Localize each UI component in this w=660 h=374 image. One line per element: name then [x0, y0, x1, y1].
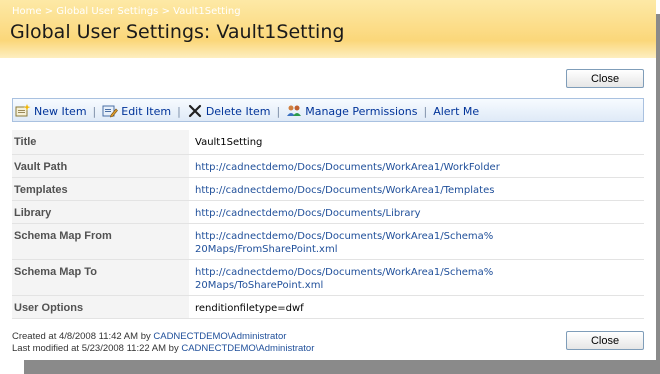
schema-map-to-link[interactable]: http://cadnectdemo/Docs/Documents/WorkAr…: [189, 259, 644, 296]
created-line: Created at 4/8/2008 11:42 AM by CADNECTD…: [12, 331, 314, 343]
page-title: Global User Settings: Vault1Setting: [10, 21, 345, 43]
property-label: Library: [12, 200, 189, 224]
table-row: Vault Path http://cadnectdemo/Docs/Docum…: [12, 154, 644, 178]
manage-permissions-icon: [287, 105, 302, 116]
created-text: Created at 4/8/2008 11:42 AM by: [12, 331, 151, 342]
table-row: Templates http://cadnectdemo/Docs/Docume…: [12, 177, 644, 201]
breadcrumb-separator: >: [161, 6, 170, 17]
property-label: Schema Map To: [12, 259, 189, 296]
toolbar-separator: |: [177, 104, 181, 118]
window-shadow-right: [656, 14, 660, 372]
manage-permissions-button[interactable]: Manage Permissions: [286, 104, 417, 118]
edit-item-button[interactable]: Edit Item: [102, 104, 171, 118]
schema-map-to-line1: http://cadnectdemo/Docs/Documents/WorkAr…: [195, 266, 494, 278]
modified-by-link[interactable]: CADNECTDEMO\Administrator: [181, 343, 314, 354]
property-label: Templates: [12, 177, 189, 201]
item-toolbar: New Item | Edit Item | Delete Item | Man…: [12, 98, 644, 122]
breadcrumb-home-link[interactable]: Home: [12, 6, 42, 17]
library-link[interactable]: http://cadnectdemo/Docs/Documents/Librar…: [189, 200, 644, 224]
created-by-link[interactable]: CADNECTDEMO\Administrator: [153, 331, 286, 342]
breadcrumb: Home > Global User Settings > Vault1Sett…: [12, 6, 241, 17]
table-row: Schema Map To http://cadnectdemo/Docs/Do…: [12, 259, 644, 296]
table-row: Schema Map From http://cadnectdemo/Docs/…: [12, 223, 644, 260]
manage-permissions-label: Manage Permissions: [305, 104, 418, 118]
page-header: Home > Global User Settings > Vault1Sett…: [0, 0, 656, 58]
close-button-top[interactable]: Close: [566, 69, 644, 88]
breadcrumb-current: Vault1Setting: [173, 6, 241, 17]
schema-map-from-line2: 20Maps/FromSharePoint.xml: [195, 243, 338, 255]
property-label: Schema Map From: [12, 223, 189, 260]
modified-text: Last modified at 5/23/2008 11:22 AM by: [12, 343, 179, 354]
breadcrumb-settings-link[interactable]: Global User Settings: [56, 6, 158, 17]
schema-map-from-link[interactable]: http://cadnectdemo/Docs/Documents/WorkAr…: [189, 223, 644, 260]
vault-path-link[interactable]: http://cadnectdemo/Docs/Documents/WorkAr…: [189, 154, 644, 178]
templates-link[interactable]: http://cadnectdemo/Docs/Documents/WorkAr…: [189, 177, 644, 201]
schema-map-from-line1: http://cadnectdemo/Docs/Documents/WorkAr…: [195, 230, 494, 242]
header-divider: [0, 58, 656, 59]
toolbar-separator: |: [423, 104, 428, 118]
item-metadata-footer: Created at 4/8/2008 11:42 AM by CADNECTD…: [12, 331, 314, 355]
delete-item-icon: [188, 104, 201, 118]
property-label: User Options: [12, 295, 189, 319]
table-row: Title Vault1Setting: [12, 130, 644, 155]
property-value: Vault1Setting: [189, 130, 644, 155]
edit-item-label: Edit Item: [121, 104, 172, 118]
close-button-bottom[interactable]: Close: [566, 331, 644, 350]
property-label: Vault Path: [12, 154, 189, 178]
property-label: Title: [12, 130, 189, 155]
delete-item-label: Delete Item: [205, 104, 271, 118]
dialog-frame: Home > Global User Settings > Vault1Sett…: [0, 0, 656, 360]
table-row: Library http://cadnectdemo/Docs/Document…: [12, 200, 644, 224]
schema-map-to-line2: 20Maps/ToSharePoint.xml: [195, 279, 324, 291]
property-value: renditionfiletype=dwf: [189, 295, 644, 319]
new-item-button[interactable]: New Item: [15, 104, 87, 118]
window-shadow-bottom: [24, 360, 660, 374]
new-item-icon: [15, 104, 31, 117]
alert-me-button[interactable]: Alert Me: [433, 105, 479, 118]
alert-me-label: Alert Me: [433, 104, 480, 118]
toolbar-separator: |: [92, 104, 97, 118]
breadcrumb-separator: >: [44, 6, 54, 17]
modified-line: Last modified at 5/23/2008 11:22 AM by C…: [12, 343, 314, 355]
toolbar-separator: |: [276, 104, 281, 118]
delete-item-button[interactable]: Delete Item: [187, 104, 271, 118]
properties-table: Title Vault1Setting Vault Path http://ca…: [12, 130, 644, 319]
edit-item-icon: [102, 105, 119, 118]
new-item-label: New Item: [34, 104, 87, 118]
table-row: User Options renditionfiletype=dwf: [12, 295, 644, 319]
